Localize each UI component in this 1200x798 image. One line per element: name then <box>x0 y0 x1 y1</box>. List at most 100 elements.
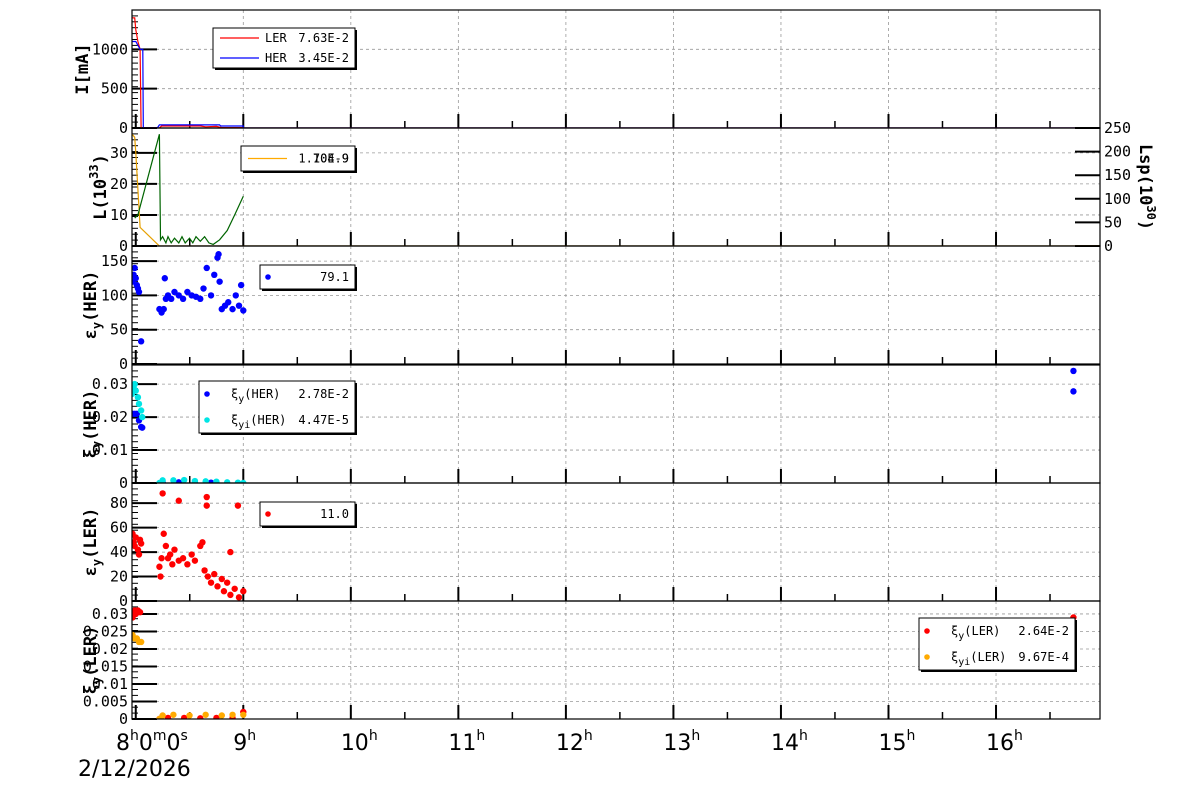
y2-label-end: ) <box>1135 220 1155 230</box>
y-label-sup: 33 <box>87 164 101 178</box>
data-point <box>179 555 187 562</box>
y-tick-label: 20 <box>110 175 128 193</box>
y-tick-label: 0.03 <box>92 605 128 623</box>
data-point <box>197 715 204 719</box>
y-tick-label: 0 <box>119 355 128 373</box>
panel-6: 00.0050.010.0150.020.0250.03ξy(LER) ξy(LE… <box>81 600 1101 728</box>
x-tick-h-sup: h <box>691 728 700 744</box>
data-point <box>211 570 218 578</box>
data-point <box>203 493 210 501</box>
x-tick-hours: 14 <box>771 731 799 756</box>
data-point <box>135 400 143 408</box>
data-point <box>220 588 228 595</box>
data-point <box>157 573 164 580</box>
y2-axis-label: Lsp(1030) <box>1135 144 1158 230</box>
data-point <box>200 285 207 292</box>
data-point <box>137 407 145 414</box>
legend-marker-icon <box>924 654 930 660</box>
legend-label-main: ξ <box>231 387 238 401</box>
x-tick-hours: 12 <box>556 731 584 756</box>
data-point <box>166 551 174 558</box>
data-point <box>218 575 225 583</box>
panel-1: 0 500 1000I[mA] LER 7.63E-2 HER 3.45E-2 <box>73 9 1101 137</box>
legend-label-end: (LER) <box>964 624 1000 638</box>
y-axis-label: ξy(HER) <box>81 390 104 459</box>
legend-label-main: ξ <box>951 650 958 664</box>
legend: 79.1 <box>259 264 357 291</box>
x-tick-hours: 9 <box>233 731 247 756</box>
data-point <box>184 561 191 568</box>
y-axis-label: εy(HER) <box>81 271 104 340</box>
data-point <box>132 387 139 394</box>
y-tick-label: 40 <box>110 543 128 561</box>
legend-marker-icon <box>265 511 271 517</box>
y-tick-label: 1000 <box>92 40 128 58</box>
y-tick-label: 0 <box>119 119 128 137</box>
data-point <box>213 478 220 483</box>
x-tick-minutes: 0 <box>139 731 153 756</box>
data-point <box>136 609 144 616</box>
y-tick-label: 150 <box>101 252 128 270</box>
data-layer <box>132 490 247 601</box>
data-point <box>159 712 166 719</box>
legend: ξy(LER) 2.64E-2ξyi(LER) 9.67E-4 <box>918 617 1077 672</box>
x-tick-h-sup: h <box>906 728 915 744</box>
legend-marker-icon <box>265 274 271 280</box>
data-point <box>156 563 163 570</box>
x-tick-h-sup: h <box>476 728 485 744</box>
legend-label-main: ξ <box>951 624 958 638</box>
legend-label-main: ξ <box>231 413 238 427</box>
y-tick-label: 0 <box>119 474 128 492</box>
y-label-sub: y <box>90 322 104 329</box>
y-label-main: ξ <box>81 684 101 694</box>
multi-panel-time-chart: 05001000I[mA]LER 7.63E-2HER 3.45E-20102030… <box>73 9 1158 782</box>
x-tick-hours: 13 <box>663 731 691 756</box>
x-tick-hours: 11 <box>448 731 476 756</box>
legend-label-end: (HER) <box>244 387 280 401</box>
legend-value-overlap: 104.9 <box>313 152 349 166</box>
x-tick-hours: 15 <box>878 731 906 756</box>
x-tick-h-sup: h <box>584 728 593 744</box>
x-tick-label: 9h <box>233 728 256 756</box>
x-tick-label: 16h <box>986 728 1023 756</box>
y2-tick-label: 150 <box>1104 166 1131 184</box>
legend: 11.0 <box>259 501 357 528</box>
panel-frame <box>131 482 1101 602</box>
series-line-lsp <box>134 134 244 246</box>
panel-2: 0102030050100150200250Lsp(1030)L(1033) 1.… <box>87 119 1158 255</box>
data-point <box>207 292 215 299</box>
legend-marker-icon <box>204 391 210 397</box>
legend-value: 2.78E-2 <box>298 387 349 401</box>
legend-value: 2.64E-2 <box>1018 624 1069 638</box>
y-label-sub: y <box>90 559 104 566</box>
legend: LER 7.63E-2 HER 3.45E-2 <box>212 27 357 70</box>
data-point <box>234 502 242 509</box>
data-point <box>216 278 223 285</box>
y-label-main: ξ <box>81 448 101 458</box>
data-point <box>201 567 208 574</box>
data-point <box>214 583 221 590</box>
data-point <box>139 424 146 431</box>
panel-5: 020406080εy(LER) 11.0 <box>81 482 1101 610</box>
x-tick-label: 10h <box>341 728 378 756</box>
x-tick-label: 13h <box>663 728 700 756</box>
panel-3: 050100150εy(HER) 79.1 <box>81 245 1101 373</box>
data-point <box>229 711 236 718</box>
y-axis-label: L(1033) <box>87 154 111 220</box>
x-tick-h-sup: h <box>799 728 808 744</box>
y-tick-label: 80 <box>110 494 128 512</box>
y-axis-label: ξy(LER) <box>81 626 104 695</box>
legend: 1.70E-9104.9 <box>240 145 357 173</box>
x-tick-seconds: 0 <box>167 731 181 756</box>
data-point <box>134 394 142 401</box>
data-point <box>162 542 170 550</box>
data-point <box>159 490 166 497</box>
y-label-end: (LER) <box>81 508 101 559</box>
y-label-sub: y <box>90 441 104 448</box>
y-label-sub: y <box>90 677 104 684</box>
legend-marker-icon <box>204 417 210 423</box>
data-point <box>218 712 225 719</box>
data-point <box>191 557 199 564</box>
y-label-end: (HER) <box>81 390 101 441</box>
y2-tick-label: 50 <box>1104 213 1122 231</box>
